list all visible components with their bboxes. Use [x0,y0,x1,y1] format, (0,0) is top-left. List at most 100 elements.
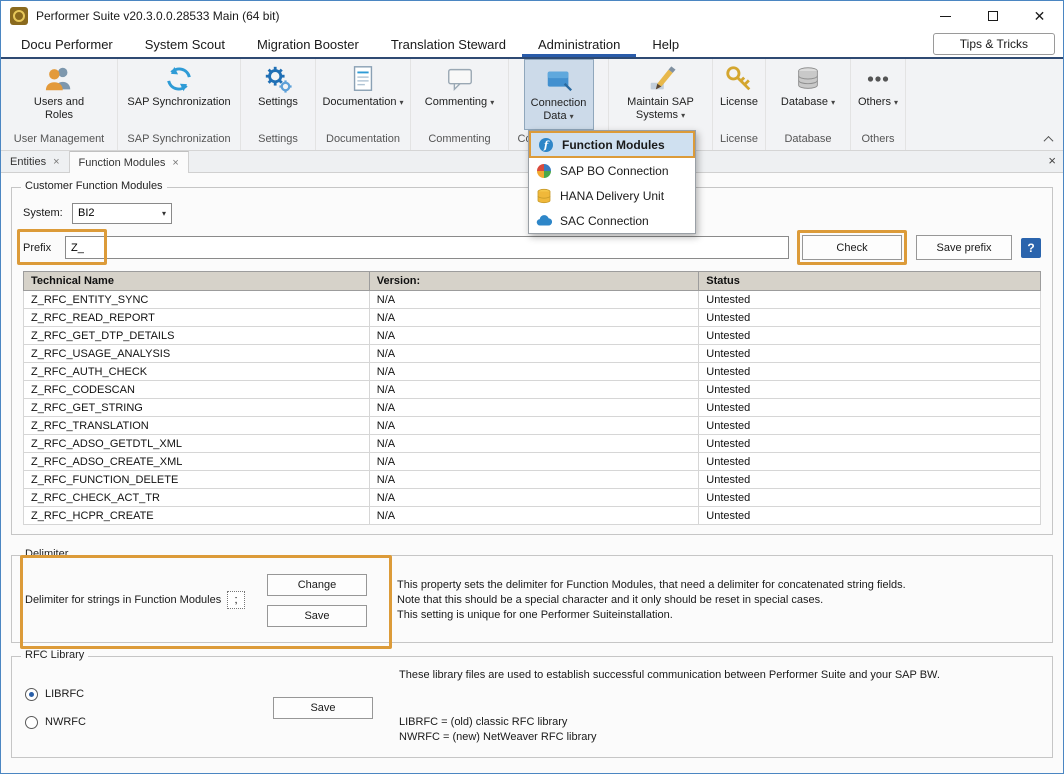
delimiter-buttons: Change Save [267,574,367,627]
save-delimiter-button[interactable]: Save [267,605,367,627]
table-cell: N/A [369,417,699,435]
table-cell: N/A [369,345,699,363]
chevron-down-icon[interactable]: ▾ [162,209,166,218]
table-cell: Z_RFC_ADSO_CREATE_XML [24,453,370,471]
chevron-down-icon: ▾ [400,98,404,107]
help-icon[interactable]: ? [1021,238,1041,258]
ribbon-button-label: Documentation ▾ [322,96,403,109]
menu-item-sac-connection[interactable]: SAC Connection [529,208,695,233]
table-cell: Z_RFC_AUTH_CHECK [24,363,370,381]
tab-function-modules[interactable]: Function Modules × [70,151,189,173]
connection-data-button[interactable]: Connection Data ▾ [524,59,594,130]
system-combobox[interactable]: BI2 ▾ [72,203,172,224]
close-icon[interactable]: × [53,156,59,168]
app-window: Performer Suite v20.3.0.0.28533 Main (64… [0,0,1064,774]
column-header-status[interactable]: Status [699,272,1041,291]
sap-synchronization-button[interactable]: SAP Synchronization [118,59,240,130]
close-pane-icon[interactable]: × [1048,153,1056,168]
rfc-legend: LIBRFC = (old) classic RFC library NWRFC… [399,715,1039,745]
table-row[interactable]: Z_RFC_FUNCTION_DELETEN/AUntested [24,471,1041,489]
table-row[interactable]: Z_RFC_AUTH_CHECKN/AUntested [24,363,1041,381]
table-cell: N/A [369,309,699,327]
close-button[interactable]: ✕ [1016,1,1063,31]
delimiter-input[interactable] [227,591,245,609]
close-icon: ✕ [1034,9,1046,23]
table-row[interactable]: Z_RFC_GET_DTP_DETAILSN/AUntested [24,327,1041,345]
rfc-options: LIBRFC NWRFC [25,667,273,749]
pencil-edit-icon [646,64,676,94]
tab-label: Function Modules [79,157,166,169]
librfc-radio[interactable]: LIBRFC [25,688,273,701]
delimiter-description: This property sets the delimiter for Fun… [377,566,1039,634]
group-label: Commenting [411,130,508,150]
fm-table-body: Z_RFC_ENTITY_SYNCN/AUntestedZ_RFC_READ_R… [24,291,1041,525]
maximize-button[interactable] [969,1,1016,31]
column-header-technical-name[interactable]: Technical Name [24,272,370,291]
app-logo-icon [10,7,28,25]
description-line: This property sets the delimiter for Fun… [397,578,1039,593]
table-row[interactable]: Z_RFC_HCPR_CREATEN/AUntested [24,507,1041,525]
table-row[interactable]: Z_RFC_READ_REPORTN/AUntested [24,309,1041,327]
table-cell: N/A [369,435,699,453]
settings-button[interactable]: Settings [241,59,315,130]
menu-item-label: SAP BO Connection [560,164,669,178]
minimize-icon [940,16,951,17]
others-button[interactable]: Others ▾ [851,59,905,130]
sync-icon [164,64,194,94]
tab-entities[interactable]: Entities × [1,151,70,172]
table-cell: Untested [699,507,1041,525]
table-row[interactable]: Z_RFC_ADSO_GETDTL_XMLN/AUntested [24,435,1041,453]
table-row[interactable]: Z_RFC_USAGE_ANALYSISN/AUntested [24,345,1041,363]
change-button[interactable]: Change [267,574,367,596]
nwrfc-radio[interactable]: NWRFC [25,716,273,729]
minimize-button[interactable] [922,1,969,31]
commenting-button[interactable]: Commenting ▾ [411,59,508,130]
table-cell: N/A [369,453,699,471]
save-rfc-library-button[interactable]: Save [273,697,373,719]
sac-cloud-icon [536,213,552,229]
users-and-roles-button[interactable]: Users and Roles [1,59,117,130]
menu-system-scout[interactable]: System Scout [129,31,241,57]
table-row[interactable]: Z_RFC_CODESCANN/AUntested [24,381,1041,399]
license-button[interactable]: License [713,59,765,130]
menu-translation-steward[interactable]: Translation Steward [375,31,522,57]
table-cell: Untested [699,327,1041,345]
table-row[interactable]: Z_RFC_GET_STRINGN/AUntested [24,399,1041,417]
table-row[interactable]: Z_RFC_ENTITY_SYNCN/AUntested [24,291,1041,309]
label-text: Others [858,96,891,108]
chevron-down-icon: ▾ [681,111,685,120]
ribbon-button-label: Users and Roles [28,96,90,122]
menu-docu-performer[interactable]: Docu Performer [5,31,129,57]
window-controls: ✕ [922,1,1063,31]
table-cell: N/A [369,507,699,525]
save-prefix-button[interactable]: Save prefix [916,235,1012,260]
highlight-annotation: Check [797,230,907,265]
ribbon-group-settings: Settings Settings [241,59,316,150]
prefix-input[interactable] [65,236,789,259]
menu-item-function-modules[interactable]: f Function Modules [529,131,695,158]
database-button[interactable]: Database ▾ [766,59,850,130]
table-row[interactable]: Z_RFC_CHECK_ACT_TRN/AUntested [24,489,1041,507]
menu-help[interactable]: Help [636,31,695,57]
ribbon-group-license: License License [713,59,766,150]
documentation-button[interactable]: Documentation ▾ [316,59,410,130]
close-icon[interactable]: × [172,157,178,169]
ribbon-collapse-button[interactable] [1045,136,1053,144]
menu-item-sap-bo-connection[interactable]: SAP BO Connection [529,158,695,183]
menu-migration-booster[interactable]: Migration Booster [241,31,375,57]
check-button[interactable]: Check [802,235,902,260]
table-row[interactable]: Z_RFC_TRANSLATIONN/AUntested [24,417,1041,435]
maintain-sap-systems-button[interactable]: Maintain SAP Systems ▾ [609,59,712,130]
chevron-down-icon: ▾ [831,98,835,107]
table-cell: Z_RFC_GET_STRING [24,399,370,417]
column-header-version[interactable]: Version: [369,272,699,291]
table-row[interactable]: Z_RFC_ADSO_CREATE_XMLN/AUntested [24,453,1041,471]
description-line: This setting is unique for one Performer… [397,608,1039,623]
ribbon-button-label: Maintain SAP Systems ▾ [620,96,702,122]
ribbon-group-documentation: Documentation ▾ Documentation [316,59,411,150]
ellipsis-icon [863,64,893,94]
menu-item-hana-delivery-unit[interactable]: HANA Delivery Unit [529,183,695,208]
tips-and-tricks-button[interactable]: Tips & Tricks [933,33,1055,55]
menu-administration[interactable]: Administration [522,31,636,57]
table-cell: N/A [369,381,699,399]
